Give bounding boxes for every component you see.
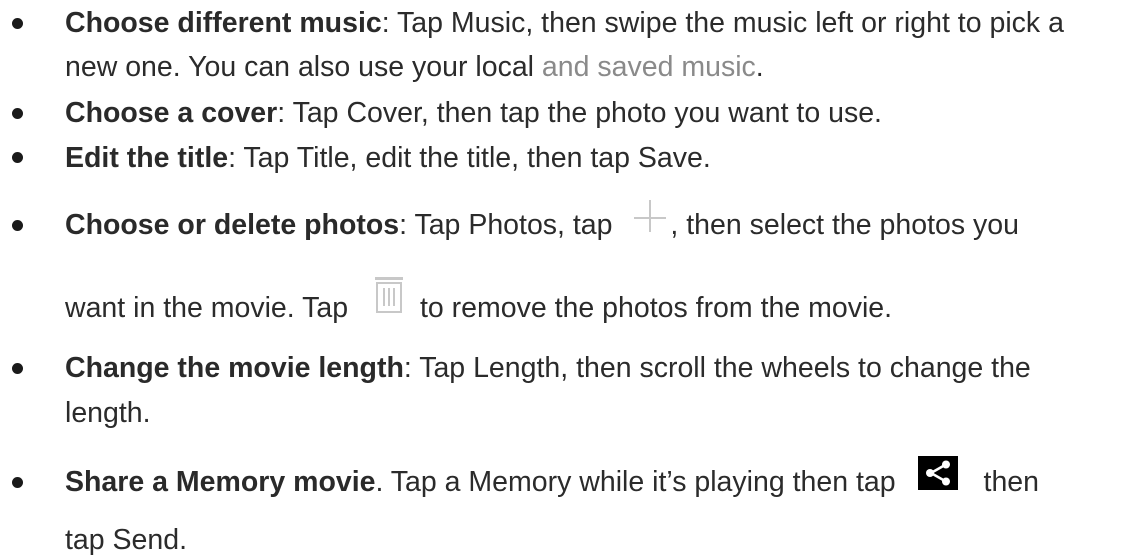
continuation-text: length.: [65, 397, 151, 429]
trash-icon: [374, 277, 403, 314]
list-item-term: Edit the title: [65, 142, 229, 174]
list-item-continuation: tap Send.: [65, 522, 187, 558]
gray-text: and saved music: [541, 51, 756, 83]
list-item-text: Edit the title: Tap Title, edit the titl…: [65, 140, 711, 176]
list-item-continuation: want in the movie. Tap to remove the pho…: [65, 277, 893, 328]
bullet-dot: [12, 220, 23, 231]
list-item-term: Share a Memory movie: [65, 466, 376, 498]
list-item-term: Change the movie length: [65, 352, 404, 384]
continuation-text: want in the movie. Tap: [65, 292, 356, 324]
list-item-description-end: then: [983, 466, 1040, 498]
list-item-text: Share a Memory movie. Tap a Memory while…: [65, 456, 1040, 500]
bullet-dot: [12, 477, 23, 488]
term-separator: :: [381, 7, 390, 39]
continuation-end: .: [755, 51, 764, 83]
list-item-continuation: length.: [65, 395, 151, 431]
term-separator: :: [403, 352, 412, 384]
list-item-continuation: new one. You can also use your local and…: [65, 49, 764, 85]
bullet-dot: [12, 18, 23, 29]
bullet-dot: [12, 363, 23, 374]
list-item-description: Tap Music, then swipe the music left or …: [389, 7, 1064, 39]
list-item-term: Choose a cover: [65, 97, 278, 129]
list-item-description-end: , then select the photos you: [670, 209, 1019, 241]
list-item-text: Choose different music: Tap Music, then …: [65, 5, 1064, 41]
continuation-text: tap Send.: [65, 524, 188, 556]
list-item-term: Choose or delete photos: [65, 209, 400, 241]
list-item-text: Change the movie length: Tap Length, the…: [65, 350, 1031, 386]
list-item-description: Tap Title, edit the title, then tap Save…: [236, 142, 711, 174]
list-item-description: Tap Photos, tap: [407, 209, 621, 241]
term-separator: :: [399, 209, 408, 241]
list-item-description: Tap Cover, then tap the photo you want t…: [285, 97, 882, 129]
share-icon: [917, 456, 958, 491]
list-item-term: Choose different music: [65, 7, 382, 39]
list-item-text: Choose a cover: Tap Cover, then tap the …: [65, 95, 882, 131]
plus-icon: [634, 200, 667, 233]
list-item-text: Choose or delete photos: Tap Photos, tap…: [65, 200, 1019, 244]
term-separator: :: [228, 142, 237, 174]
list-item-description: Tap a Memory while it’s playing then tap: [383, 466, 904, 498]
continuation-end: to remove the photos from the movie.: [419, 292, 893, 324]
bullet-dot: [12, 152, 23, 163]
term-separator: :: [277, 97, 286, 129]
continuation-text: new one. You can also use your local: [65, 51, 542, 83]
bullet-dot: [12, 108, 23, 119]
list-item-description: Tap Length, then scroll the wheels to ch…: [411, 352, 1031, 384]
